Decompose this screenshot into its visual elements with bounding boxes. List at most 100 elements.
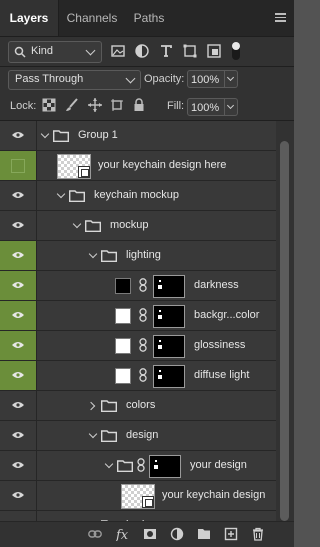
layer-name: design xyxy=(126,429,159,441)
layer-row[interactable]: diffuse light xyxy=(0,361,276,391)
lock-artboard-icon[interactable] xyxy=(110,98,124,112)
smart-object-badge-icon xyxy=(78,166,90,178)
chevron-right-icon[interactable] xyxy=(86,401,96,411)
link-icon[interactable] xyxy=(139,278,147,292)
visibility-toggle[interactable] xyxy=(0,271,37,300)
visibility-toggle[interactable] xyxy=(0,511,37,521)
fill-label: Fill: xyxy=(167,100,185,112)
link-icon[interactable] xyxy=(137,458,145,472)
link-icon[interactable] xyxy=(139,368,147,382)
fill-input[interactable]: 100% xyxy=(187,98,225,116)
visibility-toggle[interactable] xyxy=(0,301,37,330)
lock-image-pixels-icon[interactable] xyxy=(65,98,79,112)
link-icon[interactable] xyxy=(139,308,147,322)
shape-layer-filter-icon[interactable] xyxy=(182,43,198,59)
chevron-down-icon xyxy=(226,73,235,82)
layer-mask-thumbnail[interactable] xyxy=(153,305,185,328)
adjustment-layer-icon[interactable] xyxy=(170,527,184,541)
link-layers-icon[interactable] xyxy=(88,527,102,541)
visibility-toggle[interactable] xyxy=(0,121,37,150)
fx-layer-style-icon[interactable]: fx xyxy=(116,527,132,541)
new-layer-icon[interactable] xyxy=(224,527,238,541)
add-mask-icon[interactable] xyxy=(143,527,157,541)
layer-row[interactable]: mockup xyxy=(0,211,276,241)
chevron-down-icon xyxy=(226,101,235,110)
layer-name: backgr...color xyxy=(194,309,260,321)
layer-mask-thumbnail[interactable] xyxy=(153,335,185,358)
chevron-down-icon[interactable] xyxy=(88,429,98,439)
filter-kind-select[interactable]: Kind xyxy=(8,41,102,63)
layer-row[interactable]: body xyxy=(0,511,276,521)
layers-bottom-toolbar: fx xyxy=(0,521,294,547)
layer-mask-thumbnail[interactable] xyxy=(153,275,185,298)
smart-object-filter-icon[interactable] xyxy=(206,43,222,59)
chevron-down-icon[interactable] xyxy=(56,189,66,199)
layer-row[interactable]: your design xyxy=(0,451,276,481)
layer-row[interactable]: backgr...color xyxy=(0,301,276,331)
color-fill-swatch[interactable] xyxy=(115,368,131,384)
layer-row[interactable]: Group 1 xyxy=(0,121,276,151)
type-layer-filter-icon[interactable] xyxy=(158,43,174,59)
visibility-toggle[interactable] xyxy=(0,361,37,390)
link-icon[interactable] xyxy=(139,338,147,352)
chevron-down-icon[interactable] xyxy=(104,459,114,469)
layer-row[interactable]: design xyxy=(0,421,276,451)
lock-position-icon[interactable] xyxy=(88,98,102,112)
visibility-toggle[interactable] xyxy=(0,391,37,420)
eye-icon xyxy=(12,312,24,318)
filter-toggle[interactable] xyxy=(232,42,240,60)
panel-menu-icon[interactable] xyxy=(275,13,286,22)
tab-channels[interactable]: Channels xyxy=(59,0,125,36)
layer-mask-thumbnail[interactable] xyxy=(149,455,181,478)
opacity-dropdown[interactable] xyxy=(225,70,238,88)
tab-bar: Layers Channels Paths xyxy=(0,0,294,37)
eye-icon xyxy=(12,342,24,348)
tab-paths[interactable]: Paths xyxy=(126,0,172,36)
new-group-folder-icon[interactable] xyxy=(197,527,211,541)
color-fill-swatch[interactable] xyxy=(115,308,131,324)
lock-all-icon[interactable] xyxy=(132,98,146,112)
layer-name: Group 1 xyxy=(78,129,118,141)
lock-transparent-pixels-icon[interactable] xyxy=(42,98,56,112)
svg-text:fx: fx xyxy=(116,528,129,541)
visibility-toggle[interactable] xyxy=(0,151,37,180)
layer-row[interactable]: your keychain design xyxy=(0,481,276,511)
visibility-toggle[interactable] xyxy=(0,421,37,450)
layer-row[interactable]: lighting xyxy=(0,241,276,271)
pixel-layer-filter-icon[interactable] xyxy=(110,43,126,59)
visibility-toggle[interactable] xyxy=(0,241,37,270)
chevron-down-icon[interactable] xyxy=(72,219,82,229)
layer-mask-thumbnail[interactable] xyxy=(153,365,185,388)
opacity-input[interactable]: 100% xyxy=(187,70,225,88)
hidden-visibility-box xyxy=(11,159,25,173)
layer-row[interactable]: glossiness xyxy=(0,331,276,361)
color-fill-swatch[interactable] xyxy=(115,278,131,294)
folder-icon xyxy=(101,400,117,412)
visibility-toggle[interactable] xyxy=(0,211,37,240)
color-fill-swatch[interactable] xyxy=(115,338,131,354)
visibility-toggle[interactable] xyxy=(0,481,37,510)
blend-mode-select[interactable]: Pass Through xyxy=(8,70,141,90)
layer-row[interactable]: keychain mockup xyxy=(0,181,276,211)
visibility-toggle[interactable] xyxy=(0,451,37,480)
layer-row[interactable]: your keychain design here xyxy=(0,151,276,181)
trash-icon[interactable] xyxy=(251,527,265,541)
visibility-toggle[interactable] xyxy=(0,181,37,210)
chevron-down-icon[interactable] xyxy=(40,129,50,139)
opacity-label: Opacity: xyxy=(144,73,185,85)
layer-row[interactable]: darkness xyxy=(0,271,276,301)
eye-icon xyxy=(12,492,24,498)
scrollbar-thumb[interactable] xyxy=(280,141,289,521)
eye-icon xyxy=(12,252,24,258)
fill-dropdown[interactable] xyxy=(225,98,238,116)
layer-thumbnail xyxy=(57,154,91,179)
blend-mode-value: Pass Through xyxy=(15,73,84,85)
tab-layers[interactable]: Layers xyxy=(0,0,59,36)
layer-row[interactable]: colors xyxy=(0,391,276,421)
adjustment-layer-filter-icon[interactable] xyxy=(134,43,150,59)
chevron-down-icon[interactable] xyxy=(88,249,98,259)
layer-name: your design xyxy=(190,459,247,471)
folder-icon xyxy=(69,190,85,202)
eye-icon xyxy=(12,132,24,138)
visibility-toggle[interactable] xyxy=(0,331,37,360)
